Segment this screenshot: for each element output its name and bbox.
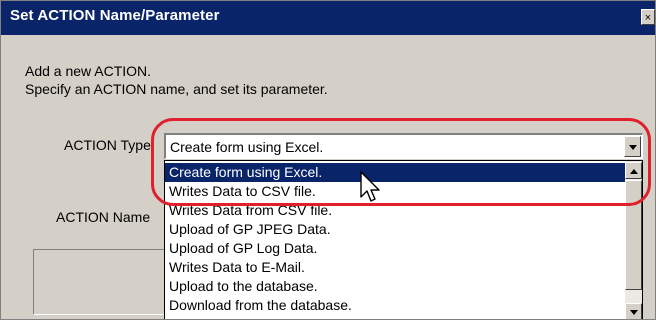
list-item[interactable]: Upload to the database.	[165, 277, 625, 296]
list-item[interactable]: Create form using Excel.	[165, 163, 625, 182]
action-name-box	[33, 249, 173, 315]
scroll-down-button[interactable]	[625, 303, 642, 319]
arrow-up-icon	[630, 169, 638, 174]
action-type-combobox[interactable]: Create form using Excel.	[164, 133, 643, 159]
description-line-2: Specify an ACTION name, and set its para…	[25, 81, 328, 97]
list-scrollbar[interactable]	[625, 161, 642, 319]
action-type-dropdown-list[interactable]: Create form using Excel. Writes Data to …	[164, 160, 643, 319]
action-name-label: ACTION Name	[56, 209, 151, 225]
action-type-value: Create form using Excel.	[170, 139, 324, 155]
list-item[interactable]: Writes Data to CSV file.	[165, 182, 625, 201]
list-item[interactable]: Upload of GP JPEG Data.	[165, 220, 625, 239]
list-item[interactable]: Upload of GP Log Data.	[165, 239, 625, 258]
chevron-down-icon	[629, 145, 637, 150]
list-item[interactable]: Writes Data from CSV file.	[165, 201, 625, 220]
set-action-dialog: Set ACTION Name/Parameter × Add a new AC…	[0, 0, 656, 320]
close-icon[interactable]: ×	[641, 9, 655, 25]
dropdown-button[interactable]	[624, 136, 641, 157]
arrow-down-icon	[630, 310, 638, 315]
action-type-label: ACTION Type	[64, 137, 151, 153]
dialog-title: Set ACTION Name/Parameter	[10, 7, 220, 24]
scroll-up-button[interactable]	[625, 162, 642, 179]
scroll-thumb[interactable]	[625, 180, 642, 290]
mouse-pointer-icon	[360, 171, 380, 202]
list-item[interactable]: Writes Data to E-Mail.	[165, 258, 625, 277]
description-line-1: Add a new ACTION.	[25, 63, 152, 79]
list-item[interactable]: Download from the database.	[165, 296, 625, 315]
title-bar[interactable]: Set ACTION Name/Parameter ×	[1, 1, 655, 35]
